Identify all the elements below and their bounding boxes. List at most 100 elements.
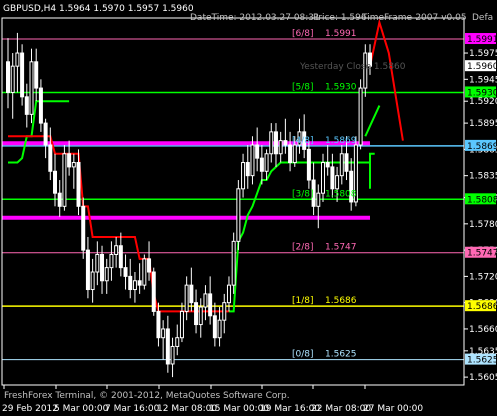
symbol-info: GBPUSD,H4 1.5964 1.5970 1.5957 1.5960 [3, 4, 194, 14]
candle[interactable] [245, 145, 250, 189]
level-name-6: [0/8] [292, 350, 314, 360]
candle[interactable] [217, 307, 222, 347]
candle[interactable] [269, 123, 274, 163]
candle-body [306, 148, 311, 181]
y-tick-label-11: 1.5660 [469, 325, 497, 335]
candle-body [24, 96, 29, 115]
candle[interactable] [147, 241, 152, 281]
candle-body [15, 52, 20, 67]
candle-body [71, 162, 76, 168]
candle[interactable] [198, 298, 203, 338]
candle[interactable] [170, 337, 175, 378]
candle[interactable] [53, 153, 58, 207]
candle[interactable] [306, 140, 311, 189]
datetime-readout: DateTime: 2012.03.27 08:31 [190, 13, 320, 23]
candle-body [330, 166, 335, 190]
level-value-5: 1.5686 [325, 296, 357, 306]
candle[interactable] [109, 241, 114, 281]
candle[interactable] [264, 149, 269, 181]
x-tick-label-1: 5 Mar 00:00 [54, 404, 109, 414]
candle[interactable] [358, 79, 363, 150]
candle-body [104, 267, 109, 282]
candle[interactable] [85, 236, 90, 299]
candle[interactable] [236, 180, 241, 251]
candle[interactable] [128, 258, 133, 299]
price-tag-label: 1.5686 [467, 302, 497, 312]
candle[interactable] [151, 267, 156, 316]
candle[interactable] [273, 123, 278, 167]
price-chart[interactable]: [6/8] 1.5991 [5/8] 1.5930 [4/8] 1.5869 [3/8] 1.… [0, 0, 497, 416]
candle[interactable] [339, 145, 344, 185]
candle[interactable] [325, 145, 330, 176]
price-axis: 1.59751.59451.59201.58951.58651.58351.58… [1, 17, 497, 386]
indicator-name: TimeFrame-2007-v0.05 [361, 13, 467, 23]
candle[interactable] [81, 197, 86, 259]
candle[interactable] [259, 145, 264, 185]
candle[interactable] [95, 241, 100, 286]
candle[interactable] [142, 254, 147, 290]
candle-body [212, 315, 217, 339]
candle[interactable] [43, 118, 48, 159]
candle-body [109, 253, 114, 269]
price-tag-4: 1.5808 [465, 193, 497, 205]
candle-body [67, 153, 72, 168]
candle[interactable] [189, 267, 194, 312]
candle[interactable] [175, 324, 180, 356]
level-name-5: [1/8] [292, 296, 314, 306]
candle-body [137, 280, 142, 286]
candle-body [81, 205, 86, 251]
price-tag-label: 1.5869 [467, 142, 497, 152]
candle-body [226, 284, 231, 304]
candle[interactable] [123, 254, 128, 290]
copyright-text: FreshForex Terminal, © 2001-2012, MetaQu… [4, 391, 290, 401]
candle[interactable] [34, 48, 39, 102]
candle[interactable] [203, 285, 208, 321]
candle[interactable] [222, 293, 227, 334]
candle[interactable] [255, 127, 260, 172]
candle[interactable] [62, 145, 67, 211]
candle[interactable] [71, 153, 76, 189]
price-tag-label: 1.5747 [467, 249, 497, 259]
candle-body [6, 61, 10, 93]
candle[interactable] [6, 38, 10, 109]
candle-body [132, 280, 137, 291]
candle[interactable] [132, 272, 137, 303]
candle[interactable] [194, 289, 199, 334]
candle-body [325, 162, 330, 168]
candle[interactable] [208, 276, 213, 325]
candle-body [292, 144, 297, 164]
candle[interactable] [349, 158, 354, 211]
candle[interactable] [179, 302, 184, 343]
candle[interactable] [24, 83, 29, 128]
candle[interactable] [20, 44, 25, 106]
projection-green-line [369, 152, 375, 189]
candle-body [269, 131, 274, 155]
candle-body [189, 284, 194, 304]
candle[interactable] [114, 236, 119, 268]
candle[interactable] [29, 48, 34, 124]
level-name-1: [5/8] [292, 82, 314, 92]
candle[interactable] [137, 263, 142, 294]
candle[interactable] [278, 131, 283, 163]
candle[interactable] [90, 258, 95, 303]
candle-body [339, 153, 344, 177]
candle-body [179, 310, 184, 339]
candle[interactable] [231, 232, 236, 294]
candle[interactable] [15, 32, 20, 93]
candle[interactable] [118, 232, 123, 277]
candle[interactable] [10, 53, 15, 119]
candle[interactable] [241, 153, 246, 198]
candle[interactable] [165, 315, 170, 373]
candle[interactable] [57, 180, 62, 217]
candle[interactable] [212, 302, 217, 347]
candle[interactable] [283, 118, 288, 154]
level-value-2: 1.5869 [325, 136, 357, 146]
candle-body [335, 175, 340, 190]
candle[interactable] [104, 258, 109, 294]
candle[interactable] [316, 184, 321, 229]
candle[interactable] [38, 79, 43, 132]
candle[interactable] [184, 276, 189, 321]
candle-body [259, 157, 264, 172]
y-tick-label-0: 1.5975 [469, 49, 497, 59]
candle[interactable] [161, 320, 166, 360]
